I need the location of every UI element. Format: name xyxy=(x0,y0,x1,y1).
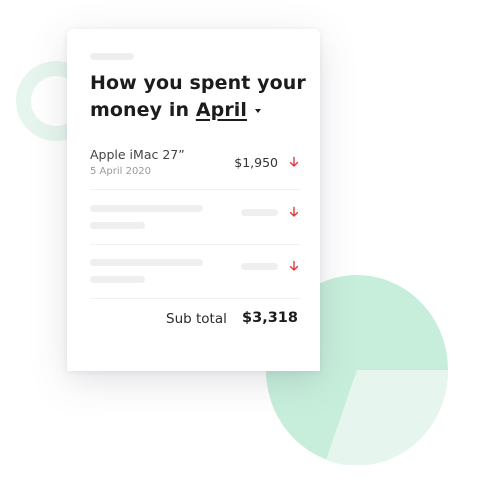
transaction-row[interactable]: Apple iMac 27” 5 April 2020 $1,950 xyxy=(90,147,300,187)
transaction-amount: $1,950 xyxy=(234,155,278,170)
receipt-body: How you spent your money in April Apple … xyxy=(67,29,320,365)
subtotal-value: $3,318 xyxy=(242,310,298,326)
arrow-down-icon xyxy=(289,260,299,271)
receipt-torn-edge xyxy=(67,364,320,371)
placeholder-line xyxy=(90,259,203,266)
month-dropdown[interactable]: April xyxy=(196,99,247,121)
placeholder-line xyxy=(90,222,145,229)
caret-down-icon[interactable] xyxy=(255,108,262,113)
placeholder-row xyxy=(90,205,300,231)
transaction-name: Apple iMac 27” xyxy=(90,147,185,162)
row-divider xyxy=(90,189,300,190)
placeholder-amount xyxy=(241,263,278,270)
row-divider xyxy=(90,244,300,245)
spending-illustration: How you spent your money in April Apple … xyxy=(0,0,480,480)
receipt-card: How you spent your money in April Apple … xyxy=(67,29,320,371)
transaction-date: 5 April 2020 xyxy=(90,166,152,177)
placeholder-line xyxy=(90,205,203,212)
arrow-down-icon xyxy=(289,156,299,167)
row-divider xyxy=(90,298,300,299)
placeholder-line xyxy=(90,276,145,283)
page-title: How you spent your money in April xyxy=(90,70,310,124)
subtotal-label: Sub total xyxy=(166,311,227,327)
placeholder-amount xyxy=(241,209,278,216)
placeholder-pill xyxy=(90,53,134,60)
arrow-down-icon xyxy=(289,206,299,217)
placeholder-row xyxy=(90,259,300,285)
